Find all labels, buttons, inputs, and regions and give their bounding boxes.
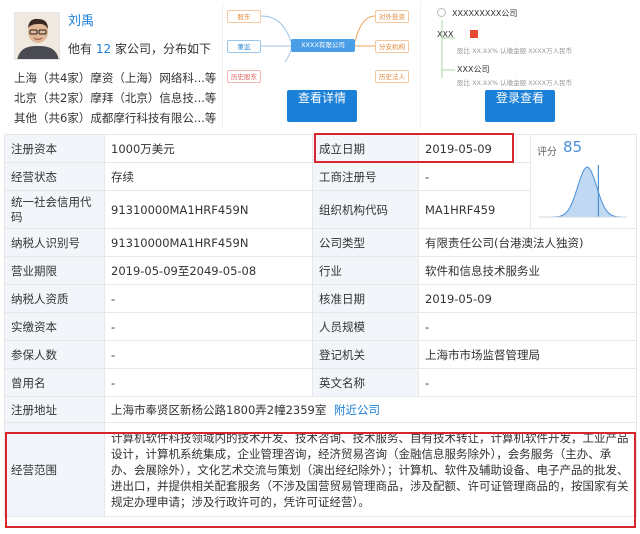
graph-node-directors: 董监 <box>227 40 261 53</box>
relation-tree-lines <box>441 20 455 78</box>
graph-node-shareholder: 股东 <box>227 10 261 23</box>
value-operating-status: 存续 <box>104 162 313 191</box>
region-beijing[interactable]: 北京（共2家）摩拜（北京）信息技...等 <box>14 90 220 106</box>
person-card: 刘禹 他有 12 家公司，分布如下 上海（共4家）摩资（上海）网络科...等 北… <box>6 0 218 130</box>
label-org-code: 组织机构代码 <box>312 190 419 229</box>
view-details-button[interactable]: 查看详情 <box>287 90 357 122</box>
relation-company-name: XXXXXXXXX公司 <box>452 9 518 18</box>
table-row: 营业期限 2019-05-09至2049-05-08 行业 软件和信息技术服务业 <box>4 256 637 285</box>
label-business-scope: 经营范围 <box>4 422 105 517</box>
table-row: 实缴资本 - 人员规模 - <box>4 312 637 341</box>
graph-node-branch: 分支机构 <box>375 40 409 53</box>
label-business-term: 营业期限 <box>4 256 105 285</box>
score-widget[interactable]: 评分 85 <box>537 138 629 221</box>
graph-node-history-legal: 历史法人 <box>375 70 409 83</box>
table-row: 参保人数 - 登记机关 上海市市场监督管理局 <box>4 340 637 369</box>
value-org-code: MA1HRF459 <box>418 190 531 229</box>
value-credit-code: 91310000MA1HRF459N <box>104 190 313 229</box>
score-distribution-area <box>541 166 625 218</box>
value-staff-size: - <box>418 312 637 341</box>
value-taxpayer-qualification: - <box>104 284 313 313</box>
label-insured-count: 参保人数 <box>4 340 105 369</box>
avatar[interactable] <box>14 12 60 60</box>
person-tag-icon <box>470 30 478 38</box>
table-row: 纳税人资质 - 核准日期 2019-05-09 <box>4 284 637 313</box>
company-count-text: 他有 12 家公司，分布如下 <box>68 40 211 57</box>
company-count[interactable]: 12 <box>96 42 111 56</box>
value-established-date: 2019-05-09 <box>418 134 531 163</box>
label-established-date: 成立日期 <box>312 134 419 163</box>
relation-person-detail: 股比 XX.XX% 认缴金额 XXXX万人民币 <box>457 47 573 55</box>
value-registration-number: - <box>418 162 531 191</box>
relation-sub-detail: 股比 XX.XX% 认缴金额 XXXX万人民币 <box>457 79 573 87</box>
label-credit-code: 统一社会信用代码 <box>4 190 105 229</box>
table-row: 纳税人识别号 91310000MA1HRF459N 公司类型 有限责任公司(台港… <box>4 228 637 257</box>
expand-circle-icon[interactable] <box>437 8 446 17</box>
score-cell: 评分 85 <box>530 134 637 229</box>
label-approval-date: 核准日期 <box>312 284 419 313</box>
label-taxpayer-qualification: 纳税人资质 <box>4 284 105 313</box>
graph-node-investment: 对外投资 <box>375 10 409 23</box>
table-row: 注册资本 1000万美元 成立日期 2019-05-09 评分 85 <box>4 134 637 229</box>
equity-relation-preview: XXXXXXXXX公司 XXX 股比 XX.XX% 认缴金额 XXXX万人民币 … <box>420 2 616 128</box>
value-business-scope: 计算机软件科技领域内的技术开发、技术咨询、技术服务、自有技术转让，计算机软件开发… <box>104 422 637 517</box>
avatar-image <box>15 13 59 59</box>
nearby-companies-link[interactable]: 附近公司 <box>334 403 380 417</box>
score-label: 评分 <box>537 147 557 158</box>
value-registered-address: 上海市奉贤区新杨公路1800弄2幢2359室 附近公司 <box>104 396 637 423</box>
region-other[interactable]: 其他（共6家）成都摩行科技有限公...等 <box>14 110 220 126</box>
value-business-term: 2019-05-09至2049-05-08 <box>104 256 313 285</box>
region-shanghai[interactable]: 上海（共4家）摩资（上海）网络科...等 <box>14 70 220 86</box>
value-paid-capital: - <box>104 312 313 341</box>
count-prefix: 他有 <box>68 42 93 56</box>
value-former-name: - <box>104 368 313 397</box>
person-name[interactable]: 刘禹 <box>68 10 94 29</box>
label-industry: 行业 <box>312 256 419 285</box>
label-company-type: 公司类型 <box>312 228 419 257</box>
top-section: 刘禹 他有 12 家公司，分布如下 上海（共4家）摩资（上海）网络科...等 北… <box>0 0 640 130</box>
login-view-button[interactable]: 登录查看 <box>485 90 555 122</box>
address-text: 上海市奉贤区新杨公路1800弄2幢2359室 <box>111 402 327 417</box>
value-english-name: - <box>418 368 637 397</box>
table-row: 注册地址 上海市奉贤区新杨公路1800弄2幢2359室 附近公司 <box>4 396 637 423</box>
value-company-type: 有限责任公司(台港澳法人独资) <box>418 228 637 257</box>
count-suffix: 家公司，分布如下 <box>114 42 211 56</box>
value-taxpayer-id: 91310000MA1HRF459N <box>104 228 313 257</box>
label-english-name: 英文名称 <box>312 368 419 397</box>
table-row: 曾用名 - 英文名称 - <box>4 368 637 397</box>
table-row: 经营范围 计算机软件科技领域内的技术开发、技术咨询、技术服务、自有技术转让，计算… <box>4 422 637 517</box>
relationship-graph: 股东 董监 历史股东 XXXX有限公司 对外投资 分支机构 历史法人 查看详情 <box>222 2 410 128</box>
score-value: 85 <box>563 138 583 156</box>
value-insured-count: - <box>104 340 313 369</box>
business-info-table: 注册资本 1000万美元 成立日期 2019-05-09 评分 85 经营状态 … <box>4 134 637 517</box>
label-registered-capital: 注册资本 <box>4 134 105 163</box>
label-staff-size: 人员规模 <box>312 312 419 341</box>
label-registration-authority: 登记机关 <box>312 340 419 369</box>
label-paid-capital: 实缴资本 <box>4 312 105 341</box>
score-distribution-chart <box>539 165 627 218</box>
value-registered-capital: 1000万美元 <box>104 134 313 163</box>
value-industry: 软件和信息技术服务业 <box>418 256 637 285</box>
label-operating-status: 经营状态 <box>4 162 105 191</box>
graph-node-center: XXXX有限公司 <box>291 39 355 52</box>
graph-node-history-shareholder: 历史股东 <box>227 70 261 83</box>
value-registration-authority: 上海市市场监督管理局 <box>418 340 637 369</box>
label-registration-number: 工商注册号 <box>312 162 419 191</box>
label-former-name: 曾用名 <box>4 368 105 397</box>
label-taxpayer-id: 纳税人识别号 <box>4 228 105 257</box>
label-registered-address: 注册地址 <box>4 396 105 423</box>
value-approval-date: 2019-05-09 <box>418 284 637 313</box>
